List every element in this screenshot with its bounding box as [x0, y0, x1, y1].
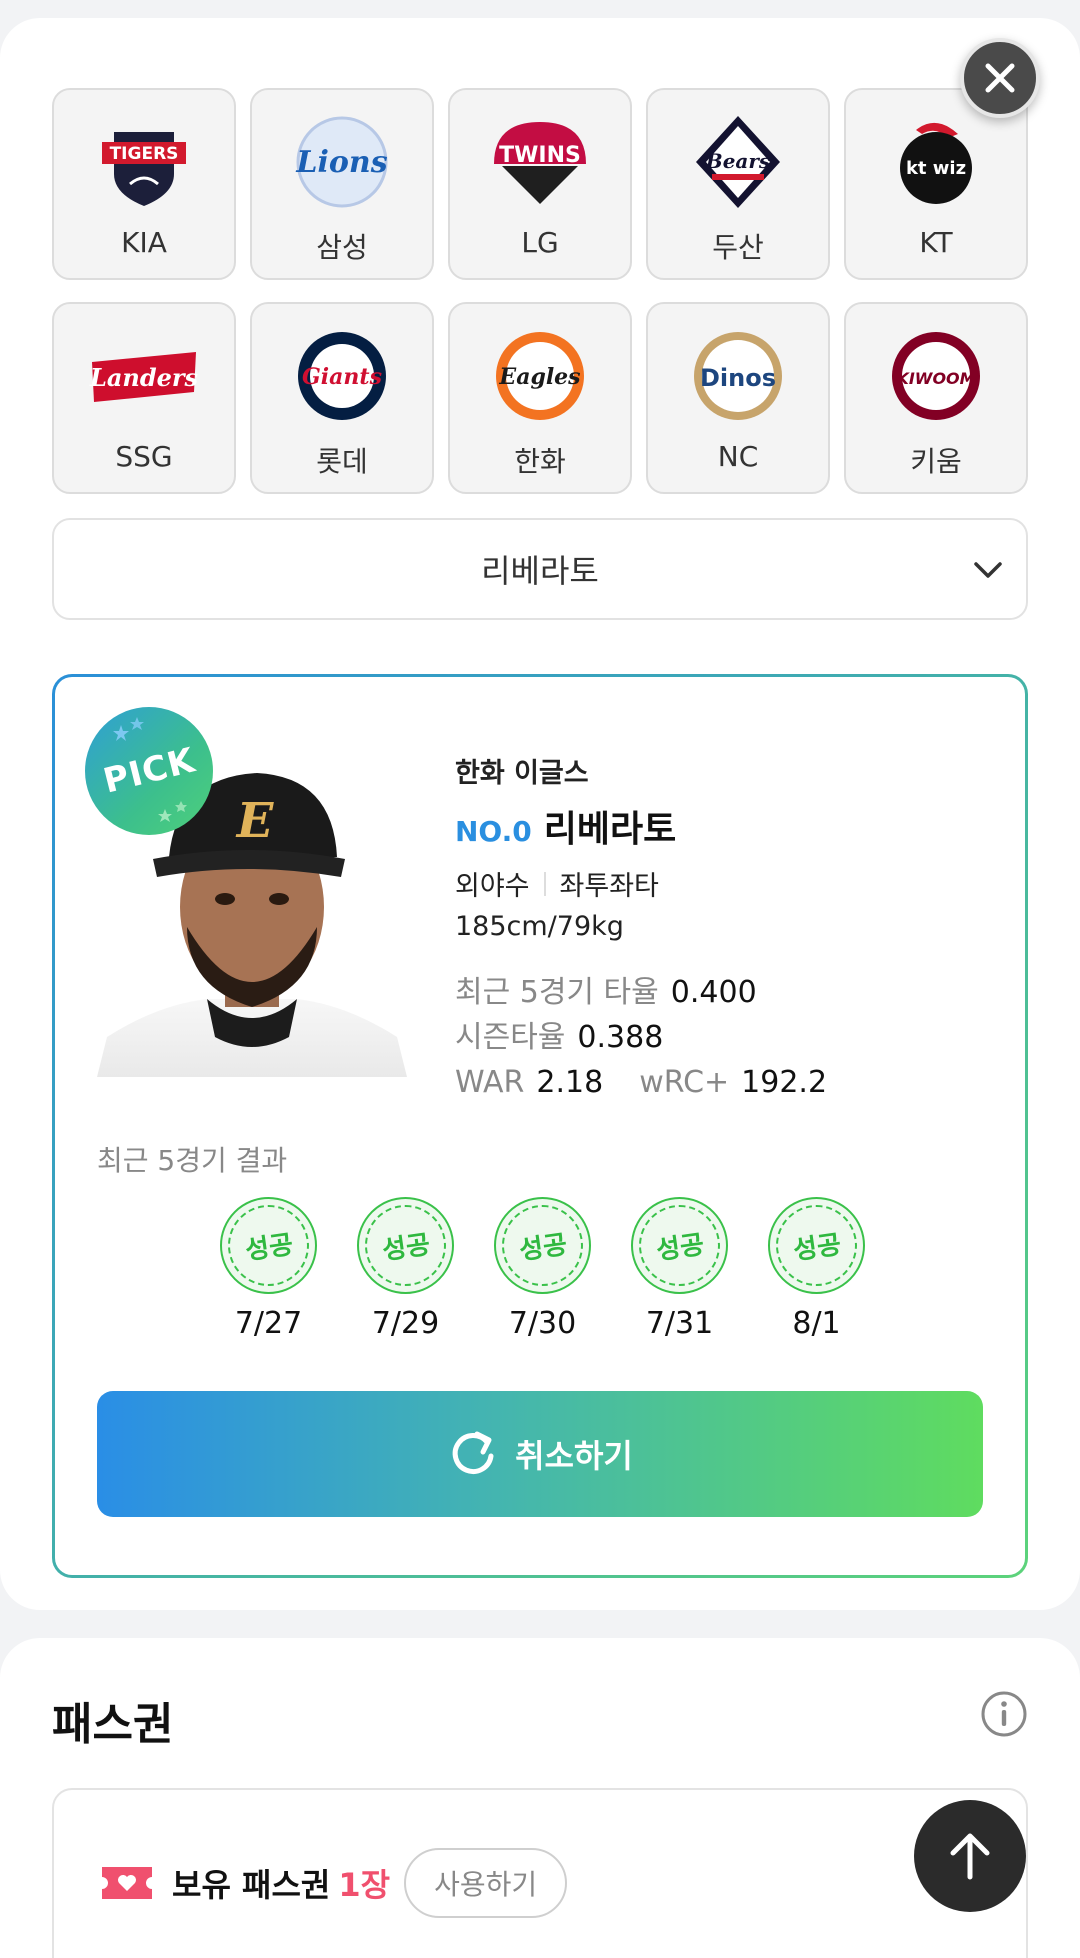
- svg-text:Giants: Giants: [302, 364, 382, 390]
- info-icon[interactable]: [980, 1690, 1028, 1738]
- result-date: 7/29: [371, 1306, 440, 1341]
- pass-section: 패스권 보유 패스권 1장 사용하기: [0, 1638, 1080, 1958]
- team-ssg[interactable]: Landers SSG: [52, 302, 236, 494]
- team-kiwoom[interactable]: KIWOOM 키움: [844, 302, 1028, 494]
- team-name: 두산: [712, 231, 764, 264]
- landers-logo: Landers: [84, 326, 204, 426]
- player-select-value: 리베라토: [481, 552, 599, 590]
- team-name: NC: [717, 440, 759, 473]
- team-lotte[interactable]: Giants 롯데: [250, 302, 434, 494]
- result-item: 성공 8/1: [768, 1197, 865, 1341]
- result-date: 7/30: [508, 1306, 577, 1341]
- tigers-logo: TIGERS: [84, 112, 204, 212]
- player-position: 외야수: [455, 871, 530, 902]
- stat-label: WAR: [455, 1065, 525, 1100]
- cancel-pick-button[interactable]: 취소하기: [97, 1391, 983, 1517]
- owned-pass-label: 보유 패스권: [172, 1866, 331, 1904]
- stat-value: 0.388: [577, 1020, 664, 1055]
- svg-text:Bears: Bears: [705, 149, 770, 173]
- success-stamp: 성공: [220, 1197, 317, 1294]
- team-grid: TIGERS KIA Lions 삼성 TWINS LG Bears 두산 kt…: [52, 88, 1028, 494]
- owned-pass-count: 1장: [338, 1866, 391, 1904]
- team-name: 롯데: [316, 445, 368, 478]
- team-name: SSG: [115, 440, 173, 473]
- team-name: KT: [919, 226, 953, 259]
- svg-text:Eagles: Eagles: [498, 364, 580, 390]
- player-team: 한화 이글스: [455, 758, 589, 789]
- player-body: 185cm/79kg: [455, 911, 624, 942]
- result-item: 성공 7/29: [357, 1197, 454, 1341]
- svg-text:KIWOOM: KIWOOM: [896, 369, 975, 388]
- result-item: 성공 7/30: [494, 1197, 591, 1341]
- player-info: 한화 이글스 NO.0 리베라토 외야수 좌투좌타 185cm/79kg 최근 …: [455, 751, 995, 1105]
- result-item: 성공 7/31: [631, 1197, 728, 1341]
- team-name: LG: [521, 226, 559, 259]
- player-name: 리베라토: [543, 809, 677, 850]
- stat-label: wRC+: [639, 1065, 730, 1100]
- divider: [543, 871, 546, 896]
- dinos-logo: Dinos: [678, 326, 798, 426]
- success-stamp: 성공: [768, 1197, 865, 1294]
- result-date: 8/1: [792, 1306, 841, 1341]
- recent-results: 성공 7/27 성공 7/29 성공 7/30 성공 7/31 성공 8/1: [220, 1197, 865, 1341]
- stat-value: 2.18: [536, 1065, 604, 1100]
- result-item: 성공 7/27: [220, 1197, 317, 1341]
- team-picker-sheet: TIGERS KIA Lions 삼성 TWINS LG Bears 두산 kt…: [0, 18, 1080, 1610]
- success-stamp: 성공: [357, 1197, 454, 1294]
- close-button[interactable]: [960, 38, 1040, 118]
- lions-logo: Lions: [282, 112, 402, 212]
- use-pass-button[interactable]: 사용하기: [404, 1848, 568, 1918]
- svg-text:E: E: [235, 793, 275, 849]
- stat-label: 최근 5경기 타율: [455, 975, 659, 1010]
- team-doosan[interactable]: Bears 두산: [646, 88, 830, 280]
- player-select[interactable]: 리베라토: [52, 518, 1028, 620]
- svg-text:Dinos: Dinos: [700, 364, 776, 392]
- team-name: 키움: [910, 445, 962, 478]
- bears-logo: Bears: [678, 112, 798, 212]
- team-lg[interactable]: TWINS LG: [448, 88, 632, 280]
- result-date: 7/27: [234, 1306, 303, 1341]
- player-bats-throws: 좌투좌타: [559, 871, 659, 902]
- svg-text:Landers: Landers: [89, 363, 199, 392]
- ticket-icon: [102, 1867, 152, 1899]
- team-name: 삼성: [316, 231, 368, 264]
- player-number: NO.0: [455, 815, 532, 848]
- team-kia[interactable]: TIGERS KIA: [52, 88, 236, 280]
- success-stamp: 성공: [494, 1197, 591, 1294]
- team-name: KIA: [121, 226, 167, 259]
- result-date: 7/31: [645, 1306, 714, 1341]
- stat-value: 0.400: [670, 975, 757, 1010]
- stat-value: 192.2: [741, 1065, 828, 1100]
- svg-text:Lions: Lions: [295, 145, 387, 180]
- pass-title: 패스권: [52, 1699, 174, 1750]
- stat-label: 시즌타율: [455, 1020, 566, 1055]
- pass-card: 보유 패스권 1장 사용하기: [52, 1788, 1028, 1958]
- team-nc[interactable]: Dinos NC: [646, 302, 830, 494]
- close-icon: [985, 63, 1015, 93]
- team-samsung[interactable]: Lions 삼성: [250, 88, 434, 280]
- scroll-top-button[interactable]: [914, 1800, 1026, 1912]
- refresh-icon: [452, 1431, 494, 1474]
- arrow-up-icon: [950, 1833, 990, 1880]
- pick-card: PICK E 한화 이글스 NO.0 리베라토 외야수 좌투좌타 185cm/7…: [52, 674, 1028, 1578]
- team-hanwha[interactable]: Eagles 한화: [448, 302, 632, 494]
- kiwoom-logo: KIWOOM: [876, 326, 996, 426]
- svg-text:kt wiz: kt wiz: [906, 158, 966, 179]
- chevron-down-icon: [974, 562, 1002, 578]
- twins-logo: TWINS: [480, 112, 600, 212]
- recent-results-title: 최근 5경기 결과: [97, 1144, 288, 1177]
- pick-badge: PICK: [85, 707, 213, 835]
- svg-text:TWINS: TWINS: [499, 143, 581, 168]
- success-stamp: 성공: [631, 1197, 728, 1294]
- cancel-pick-label: 취소하기: [515, 1437, 633, 1475]
- player-stats: 최근 5경기 타율 0.400 시즌타율 0.388 WAR 2.18 wRC+…: [455, 970, 995, 1105]
- svg-text:TIGERS: TIGERS: [110, 144, 179, 164]
- ktwiz-logo: kt wiz: [876, 112, 996, 212]
- giants-logo: Giants: [282, 326, 402, 426]
- eagles-logo: Eagles: [480, 326, 600, 426]
- team-name: 한화: [514, 445, 566, 478]
